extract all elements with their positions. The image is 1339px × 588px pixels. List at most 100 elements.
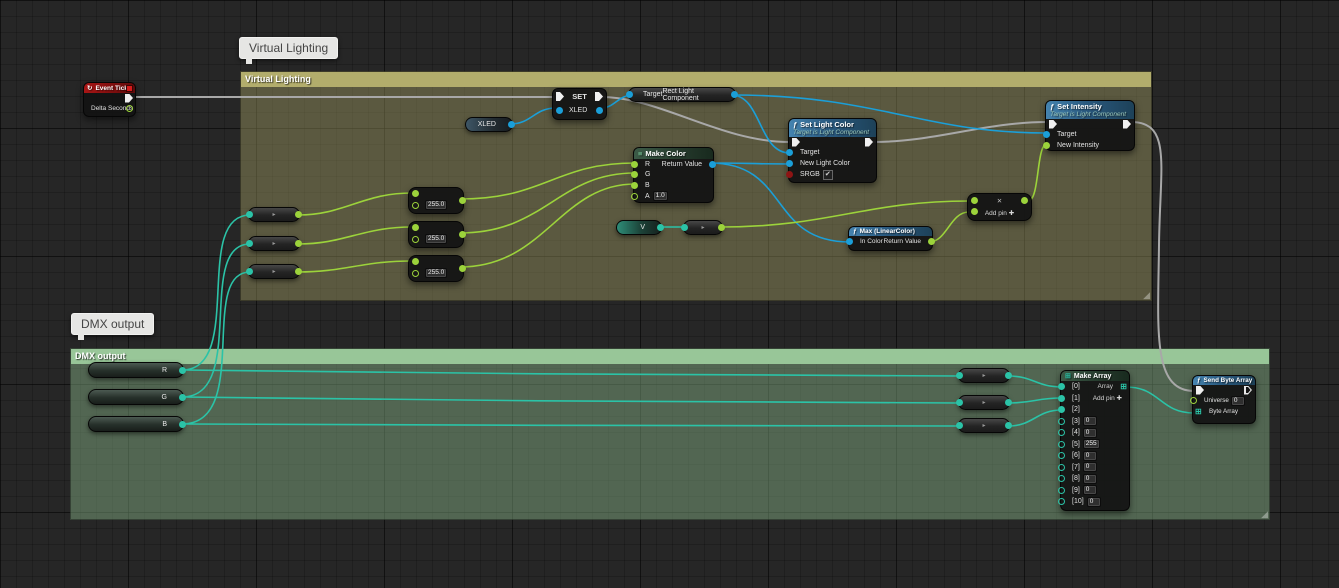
a-pin[interactable] — [412, 224, 419, 231]
element-1-pin[interactable] — [1058, 395, 1065, 402]
input-pin[interactable] — [956, 422, 963, 429]
input-pin[interactable] — [956, 399, 963, 406]
add-pin-label[interactable]: Add pin — [985, 210, 1007, 217]
node-set-light-color[interactable]: ƒSet Light Color Target is Light Compone… — [788, 118, 877, 183]
in-color-pin[interactable] — [846, 238, 853, 245]
target-pin[interactable] — [626, 91, 633, 98]
output-pin[interactable] — [295, 240, 302, 247]
exec-in-pin[interactable] — [792, 138, 800, 147]
node-convert-to-byte-r[interactable]: ▸ — [958, 368, 1010, 383]
element-value-field[interactable]: 0 — [1083, 428, 1097, 438]
node-divide-g[interactable]: 255.0 — [408, 221, 464, 248]
return-value-pin[interactable] — [709, 161, 716, 168]
exec-in-pin[interactable] — [556, 92, 564, 101]
input-pin[interactable] — [246, 268, 253, 275]
universe-pin[interactable] — [1190, 397, 1197, 404]
b-output-pin[interactable] — [179, 421, 186, 428]
blueprint-graph-canvas[interactable]: Virtual Lighting ◢ DMX output ◢ — [0, 0, 1339, 588]
output-pin[interactable] — [1005, 372, 1012, 379]
exec-out-pin[interactable] — [125, 94, 133, 103]
node-get-rect-light-component[interactable]: Target Rect Light Component — [628, 87, 736, 102]
input-pin[interactable] — [681, 224, 688, 231]
node-convert-byte-to-float-b[interactable]: ▸ — [248, 264, 300, 279]
node-convert-byte-to-float-r[interactable]: ▸ — [248, 207, 300, 222]
b-pin[interactable] — [971, 208, 978, 215]
element-value-field[interactable]: 255 — [1083, 439, 1100, 449]
xled-out-pin[interactable] — [596, 107, 603, 114]
element-8-pin[interactable] — [1058, 475, 1065, 482]
node-convert-to-byte-b[interactable]: ▸ — [958, 418, 1010, 433]
component-output-pin[interactable] — [731, 91, 738, 98]
input-pin[interactable] — [246, 240, 253, 247]
input-pin[interactable] — [956, 372, 963, 379]
result-pin[interactable] — [1021, 197, 1028, 204]
element-6-pin[interactable] — [1058, 452, 1065, 459]
universe-value-field[interactable]: 0 — [1231, 396, 1245, 406]
element-9-pin[interactable] — [1058, 487, 1065, 494]
b-pin[interactable] — [412, 202, 419, 209]
a-pin[interactable] — [971, 197, 978, 204]
r-output-pin[interactable] — [179, 367, 186, 374]
output-pin[interactable] — [295, 268, 302, 275]
a-pin[interactable] — [631, 193, 638, 200]
add-pin-icon[interactable]: ✚ — [1009, 210, 1014, 217]
node-get-b[interactable]: B — [88, 416, 184, 432]
element-value-field[interactable]: 0 — [1083, 416, 1097, 426]
g-pin[interactable] — [631, 171, 638, 178]
target-pin[interactable] — [1043, 131, 1050, 138]
b-pin[interactable] — [412, 270, 419, 277]
byte-array-pin[interactable]: ⊞ — [1195, 407, 1202, 416]
element-value-field[interactable]: 0 — [1083, 451, 1097, 461]
a-pin[interactable] — [412, 190, 419, 197]
exec-out-pin[interactable] — [865, 138, 873, 147]
element-0-pin[interactable] — [1058, 383, 1065, 390]
node-get-xled[interactable]: XLED — [465, 117, 513, 132]
v-output-pin[interactable] — [657, 224, 664, 231]
exec-out-pin[interactable] — [1244, 386, 1252, 395]
exec-out-pin[interactable] — [595, 92, 603, 101]
delta-seconds-pin[interactable] — [126, 105, 133, 112]
output-pin[interactable] — [1005, 399, 1012, 406]
node-divide-b[interactable]: 255.0 — [408, 255, 464, 282]
node-convert-byte-to-float-v[interactable]: ▸ — [683, 220, 723, 235]
g-output-pin[interactable] — [179, 394, 186, 401]
new-light-color-pin[interactable] — [786, 160, 793, 167]
element-5-pin[interactable] — [1058, 441, 1065, 448]
element-value-field[interactable]: 0 — [1083, 462, 1097, 472]
element-3-pin[interactable] — [1058, 418, 1065, 425]
return-value-pin[interactable] — [928, 238, 935, 245]
target-pin[interactable] — [786, 149, 793, 156]
new-intensity-pin[interactable] — [1043, 142, 1050, 149]
element-value-field[interactable]: 0 — [1083, 485, 1097, 495]
node-get-r[interactable]: R — [88, 362, 184, 378]
node-convert-to-byte-g[interactable]: ▸ — [958, 395, 1010, 410]
xled-output-pin[interactable] — [508, 121, 515, 128]
xled-in-pin[interactable] — [556, 107, 563, 114]
b-pin[interactable] — [631, 182, 638, 189]
add-pin-icon[interactable]: ✚ — [1117, 395, 1122, 402]
add-pin-label[interactable]: Add pin — [1093, 395, 1115, 402]
element-10-pin[interactable] — [1058, 498, 1065, 505]
node-divide-r[interactable]: 255.0 — [408, 187, 464, 214]
node-make-array[interactable]: ⊞Make Array [0] Array ⊞ [1] Add pin ✚ [2… — [1060, 370, 1130, 511]
output-pin[interactable] — [1005, 422, 1012, 429]
divisor-field[interactable]: 255.0 — [425, 234, 447, 244]
node-get-g[interactable]: G — [88, 389, 184, 405]
b-pin[interactable] — [412, 236, 419, 243]
node-make-color[interactable]: ≡Make Color R Return Value G B A 1.0 — [633, 147, 714, 203]
srgb-checkbox[interactable]: ✔ — [823, 170, 833, 180]
element-2-pin[interactable] — [1058, 406, 1065, 413]
exec-in-pin[interactable] — [1196, 386, 1204, 395]
r-pin[interactable] — [631, 161, 638, 168]
node-send-byte-array[interactable]: ƒSend Byte Array Universe 0 ⊞ Byte Array — [1192, 375, 1256, 424]
a-pin[interactable] — [412, 258, 419, 265]
element-7-pin[interactable] — [1058, 464, 1065, 471]
divisor-field[interactable]: 255.0 — [425, 200, 447, 210]
node-get-v[interactable]: V — [616, 220, 662, 235]
exec-out-pin[interactable] — [1123, 120, 1131, 129]
node-event-tick[interactable]: ↻Event Tick Delta Seconds — [83, 82, 136, 117]
node-max-linearcolor[interactable]: ƒMax (LinearColor) In Color Return Value — [848, 226, 933, 251]
node-multiply[interactable]: ✕ Add pin ✚ — [967, 193, 1032, 221]
exec-in-pin[interactable] — [1049, 120, 1057, 129]
a-value-field[interactable]: 1.0 — [653, 191, 668, 201]
